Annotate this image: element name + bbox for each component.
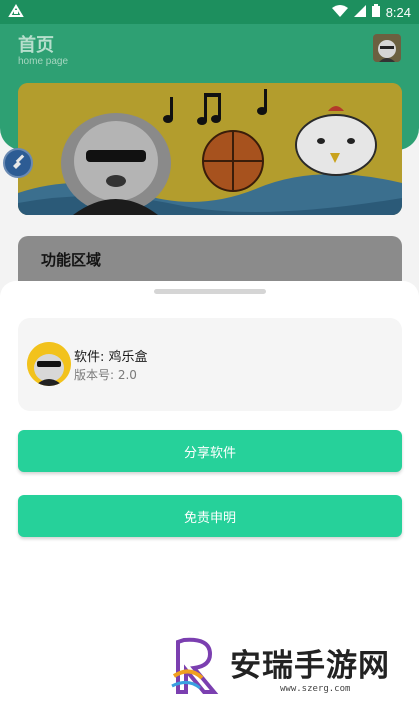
status-bar: 8:24 (0, 0, 419, 24)
drag-handle[interactable] (154, 289, 266, 294)
status-time: 8:24 (385, 4, 411, 20)
watermark-url: www.szerg.com (280, 684, 351, 694)
wifi-icon (331, 4, 348, 20)
page-subtitle: home page (18, 56, 69, 67)
feature-area-title: 功能区域 (41, 251, 102, 269)
watermark: 安瑞手游网 www.szerg.com (170, 636, 415, 698)
page-title: 首页 (18, 35, 54, 56)
banner-image[interactable] (18, 83, 402, 215)
app-notification-icon (8, 3, 24, 22)
software-info-card: 软件: 鸡乐盒 版本号: 2.0 (18, 318, 402, 411)
disclaimer-button[interactable]: 免责申明 (18, 495, 402, 537)
version-number: 版本号: 2.0 (74, 368, 137, 382)
software-name: 软件: 鸡乐盒 (74, 350, 148, 365)
avatar[interactable] (373, 34, 401, 62)
signal-icon (353, 4, 366, 20)
app-icon (27, 342, 71, 386)
battery-icon (371, 4, 380, 20)
watermark-brand: 安瑞手游网 (230, 648, 390, 684)
broom-icon (10, 153, 26, 173)
share-software-button[interactable]: 分享软件 (18, 430, 402, 472)
floating-tool-button[interactable] (3, 148, 33, 178)
